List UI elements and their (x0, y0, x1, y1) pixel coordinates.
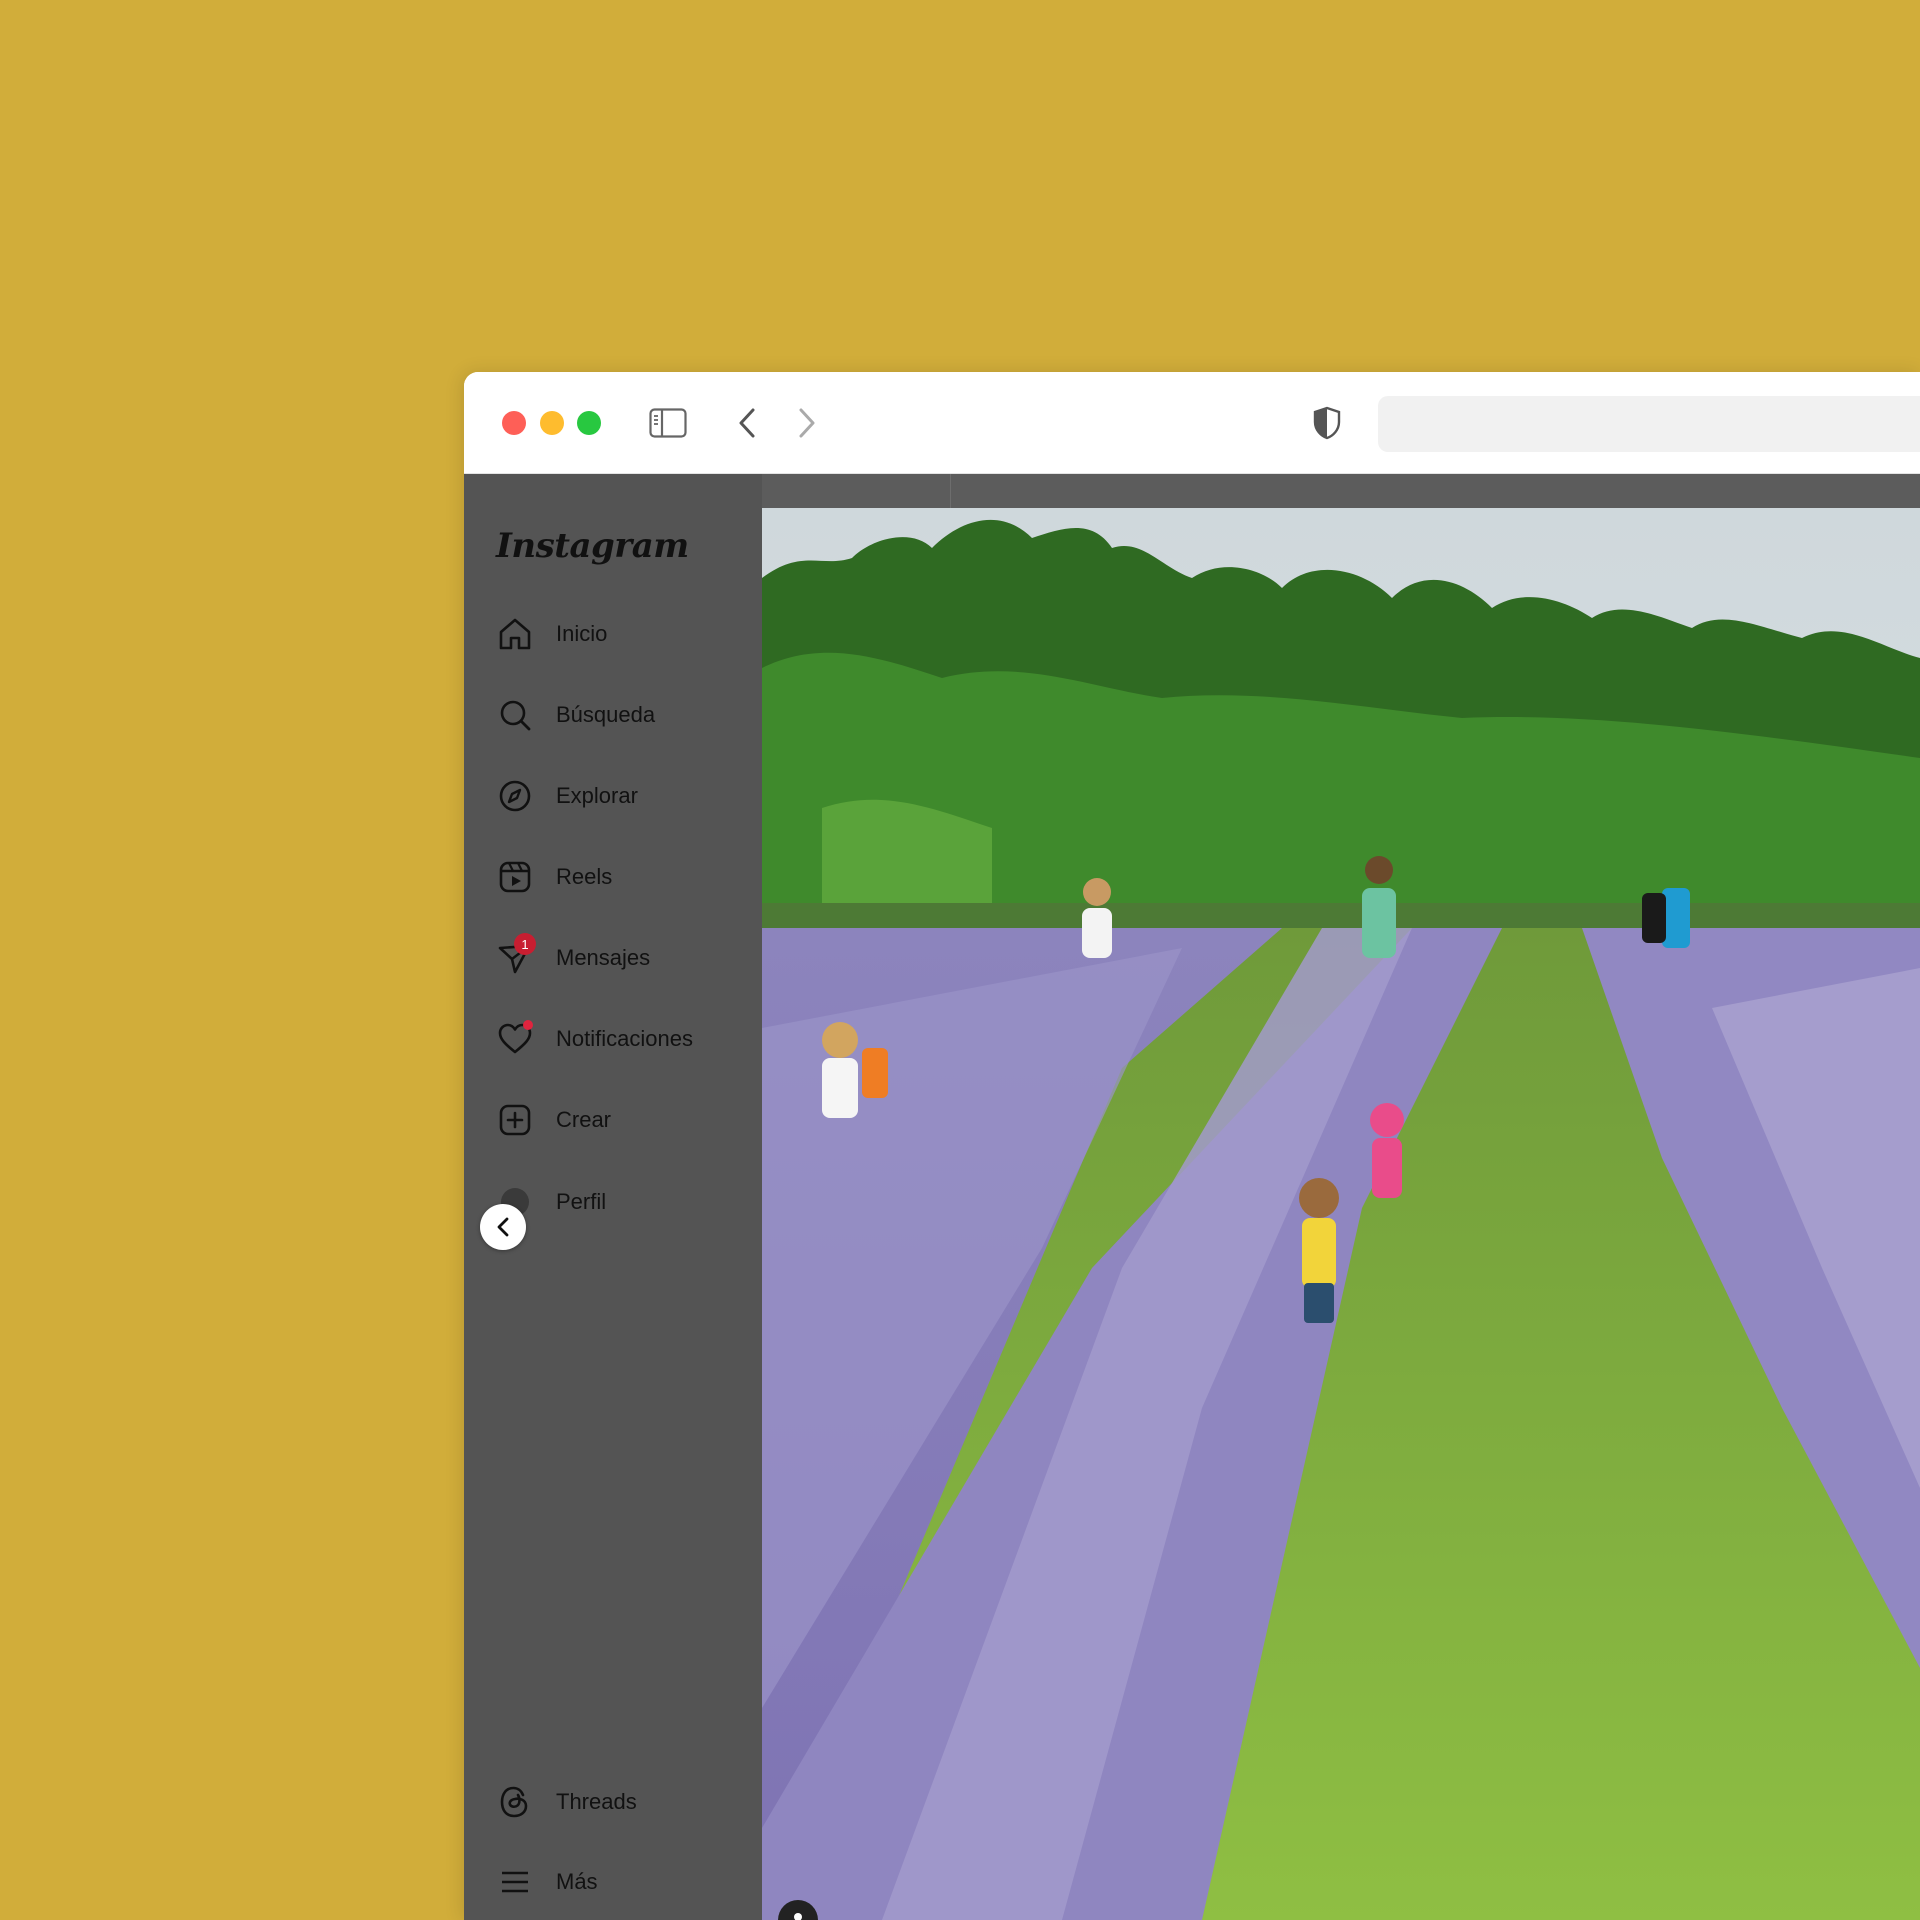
compass-icon (496, 777, 534, 815)
nav-label: Reels (556, 864, 613, 889)
sidebar-icon (649, 408, 687, 438)
nav-item-inicio[interactable]: Inicio (496, 612, 607, 656)
instagram-logo[interactable]: Instagram (496, 526, 689, 566)
forward-button[interactable] (792, 404, 822, 442)
nav-item-busqueda[interactable]: Búsqueda (496, 693, 655, 737)
notification-dot (523, 1020, 533, 1030)
nav-item-notificaciones[interactable]: Notificaciones (496, 1017, 693, 1061)
heart-icon (496, 1020, 534, 1058)
collapse-sidebar-button[interactable] (480, 1204, 526, 1250)
page-content: Instagram Inicio Búsqueda Explorar Reels… (464, 474, 1920, 1920)
nav-label: Perfil (556, 1189, 607, 1214)
post-photo[interactable] (762, 508, 1920, 1920)
nav-label: Inicio (556, 621, 608, 646)
chevron-left-icon (739, 408, 755, 438)
address-bar[interactable] (1378, 396, 1920, 452)
background-page-strip (762, 474, 1920, 508)
browser-window: Instagram Inicio Búsqueda Explorar Reels… (464, 372, 1920, 1920)
nav-item-threads[interactable]: Threads (496, 1780, 637, 1824)
nav-label: Crear (556, 1107, 612, 1132)
minimize-window-button[interactable] (540, 411, 564, 435)
nav-label: Mensajes (556, 945, 651, 970)
lavender-field-photo (762, 508, 1920, 1920)
nav-item-explorar[interactable]: Explorar (496, 774, 638, 818)
send-icon: 1 (496, 933, 536, 977)
browser-titlebar (464, 372, 1920, 474)
instagram-sidebar: Instagram Inicio Búsqueda Explorar Reels… (464, 474, 762, 1920)
nav-item-reels[interactable]: Reels (496, 855, 612, 899)
back-button[interactable] (732, 404, 762, 442)
nav-item-crear[interactable]: Crear (496, 1098, 611, 1142)
user-icon (794, 1913, 802, 1920)
nav-label: Notificaciones (556, 1026, 693, 1051)
home-icon (496, 615, 534, 653)
nav-label: Explorar (556, 783, 638, 808)
search-icon (496, 696, 534, 734)
chevron-right-icon (799, 408, 815, 438)
privacy-report-button[interactable] (1310, 404, 1344, 442)
sidebar-toggle-button[interactable] (648, 404, 688, 442)
plus-square-icon (496, 1101, 534, 1139)
nav-label: Threads (556, 1789, 637, 1814)
nav-item-mensajes[interactable]: 1 Mensajes (496, 933, 651, 980)
reels-icon (496, 858, 534, 896)
menu-icon (496, 1863, 534, 1901)
nav-item-mas[interactable]: Más (496, 1860, 598, 1904)
close-window-button[interactable] (502, 411, 526, 435)
shield-icon (1313, 406, 1341, 440)
divider (950, 474, 951, 508)
zoom-window-button[interactable] (577, 411, 601, 435)
threads-icon (496, 1783, 534, 1821)
messages-badge: 1 (514, 933, 536, 955)
nav-label: Búsqueda (556, 702, 656, 727)
nav-label: Más (556, 1869, 598, 1894)
chevron-left-icon (497, 1217, 509, 1237)
